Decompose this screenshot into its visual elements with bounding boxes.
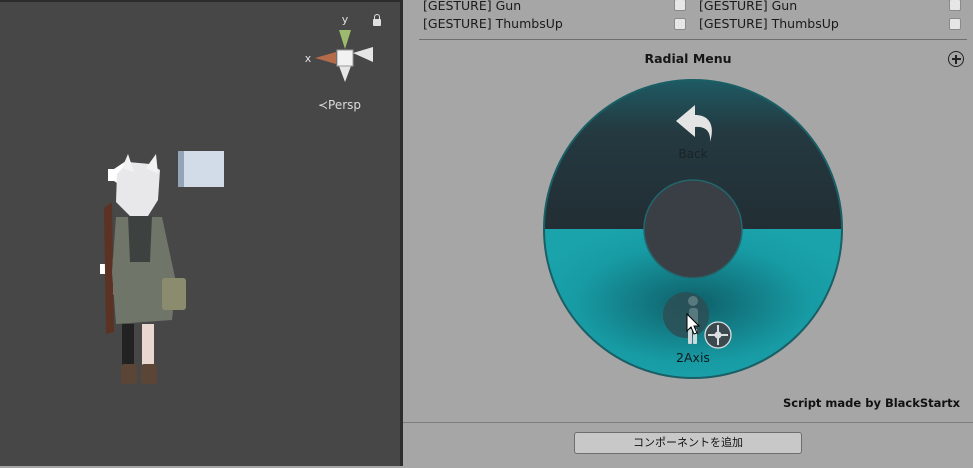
cube-object[interactable] [178,151,224,187]
move-cross-icon [704,321,732,349]
add-item-plus-icon[interactable] [948,51,964,67]
avatar-model[interactable] [104,154,186,384]
credit-text: Script made by BlackStartx [782,396,960,410]
gizmo-y-label: y [342,13,349,26]
lock-icon[interactable] [373,14,381,26]
gesture-checkbox[interactable] [674,18,686,30]
scene-canvas: y x [100,13,373,384]
gizmo-neg-y-cone [339,66,351,82]
gizmo-x-label: x [305,52,312,65]
radial-menu-preview[interactable]: Back 2Axis [543,79,843,379]
gesture-checkbox[interactable] [674,0,686,11]
radial-center-circle [643,179,743,279]
gizmo-x-cone [315,52,336,64]
gesture-label: [GESTURE] ThumbsUp [423,16,563,31]
radial-menu-title: Radial Menu [644,51,732,66]
gesture-label: [GESTURE] Gun [699,0,798,13]
gesture-label: [GESTURE] Gun [423,0,522,13]
two-axis-icon-bg [663,292,709,338]
inspector-footer: コンポーネントを追加 [403,422,973,467]
inspector-panel: [GESTURE] Gun [GESTURE] ThumbsUp [GESTUR… [403,0,973,467]
orientation-gizmo[interactable] [315,30,373,82]
gizmo-y-cone [339,30,351,49]
gesture-checkbox[interactable] [949,18,961,30]
divider [419,39,967,40]
gizmo-center-cube [336,49,354,67]
gesture-checkbox[interactable] [949,0,961,11]
avatar-head-icon [688,296,698,306]
add-component-button[interactable]: コンポーネントを追加 [574,432,802,454]
projection-toggle[interactable]: ≺Persp [318,98,361,112]
two-axis-label: 2Axis [676,350,710,365]
back-label: Back [678,147,707,161]
gesture-label: [GESTURE] ThumbsUp [699,16,839,31]
scene-view[interactable]: y x ≺Persp [0,0,400,466]
gizmo-z-cone [353,47,373,62]
